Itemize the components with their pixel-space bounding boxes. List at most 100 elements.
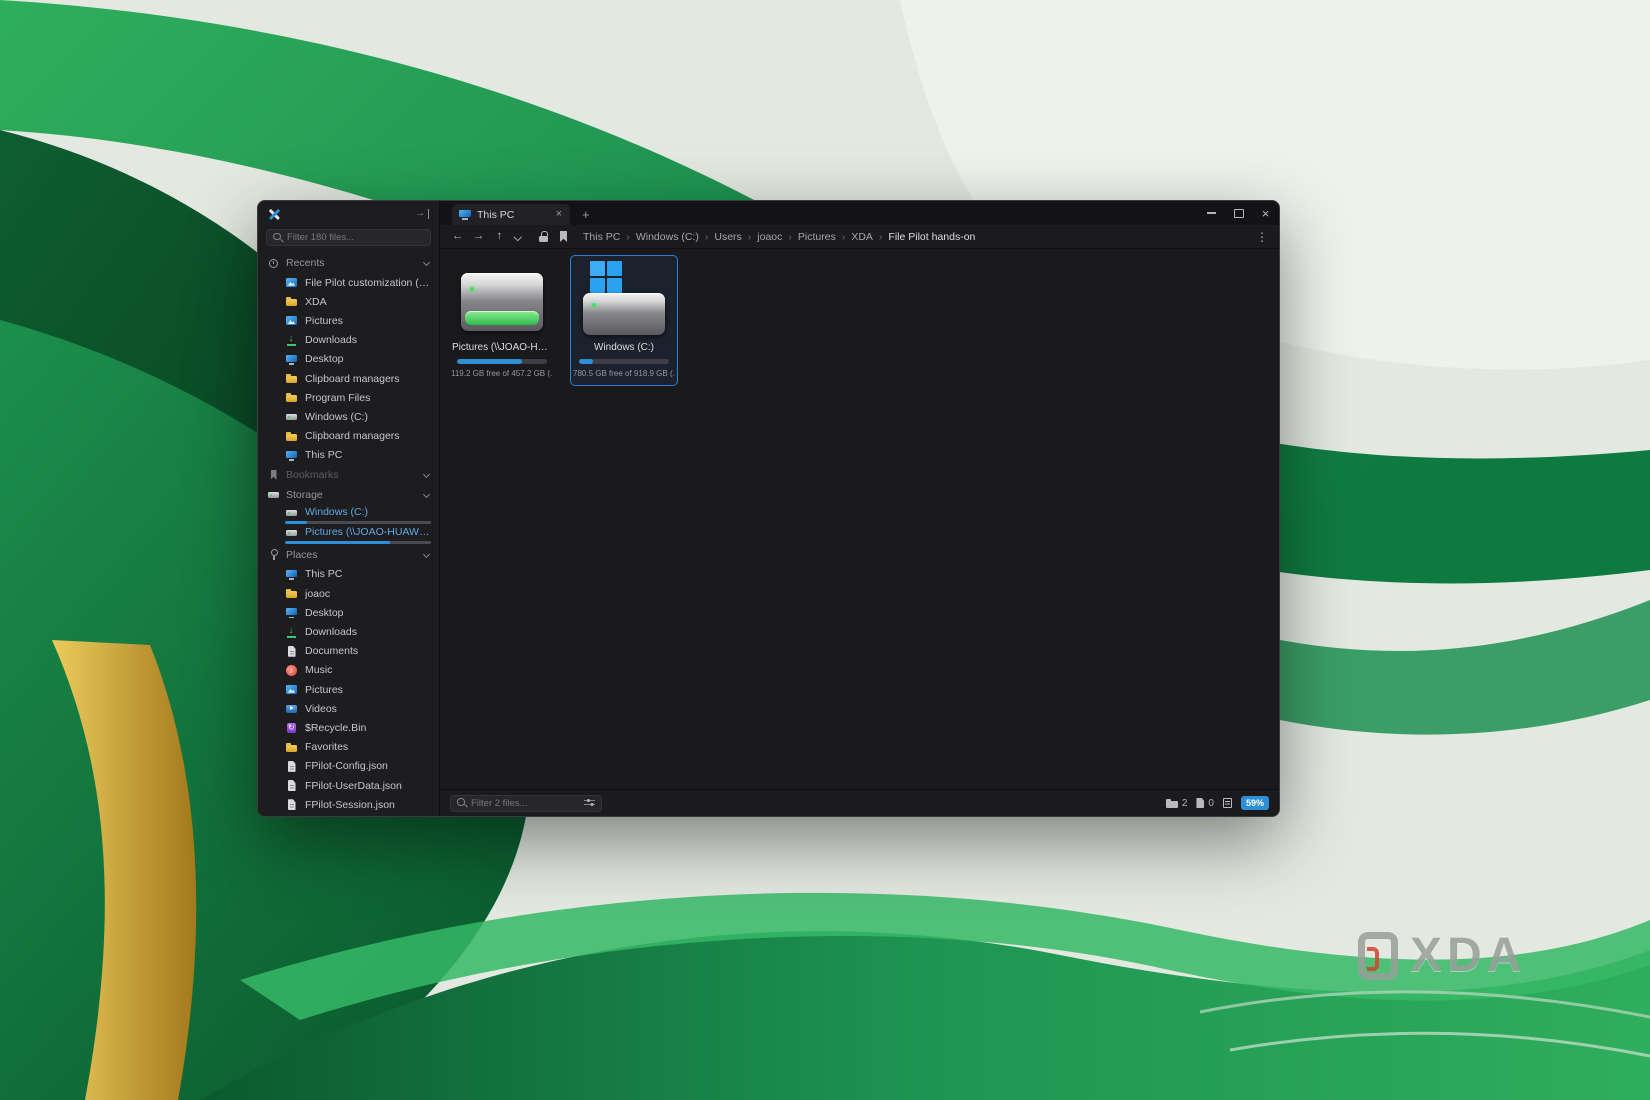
monitor-icon: [285, 353, 298, 366]
video-icon: [285, 702, 298, 715]
up-button[interactable]: ↑: [490, 225, 509, 248]
file-pilot-logo: [268, 208, 281, 221]
sidebar-item[interactable]: Program Files: [258, 388, 439, 407]
drive-icon: [285, 506, 298, 519]
tab-close-icon[interactable]: ×: [555, 209, 563, 220]
tab-label: This PC: [477, 209, 549, 221]
section-header-recents[interactable]: Recents: [258, 253, 439, 273]
drive-icon: [285, 410, 298, 423]
new-tab-button[interactable]: +: [582, 207, 590, 222]
details-icon[interactable]: [1223, 798, 1232, 808]
breadcrumb-segment[interactable]: This PC: [583, 231, 636, 243]
breadcrumb-segment[interactable]: Pictures: [798, 231, 851, 243]
drive-tile[interactable]: Windows (C:) 780.5 GB free of 918.9 GB (…: [570, 255, 678, 386]
close-button[interactable]: ×: [1252, 201, 1279, 225]
sidebar-item[interactable]: Downloads: [258, 331, 439, 350]
monitor-icon: [285, 449, 298, 462]
sidebar-item[interactable]: joaoc: [258, 584, 439, 603]
folder-count-group: 2: [1166, 798, 1188, 809]
bookmark-icon: [267, 468, 280, 481]
pin-icon: [267, 548, 280, 561]
sidebar-item-label: Windows (C:): [305, 506, 439, 518]
sidebar-item[interactable]: Desktop: [258, 350, 439, 369]
clock-icon: [267, 257, 280, 270]
sidebar-item[interactable]: Documents: [258, 642, 439, 661]
lock-icon[interactable]: [535, 225, 553, 248]
sidebar-item[interactable]: FPilot-Config.json: [258, 757, 439, 776]
sidebar-item[interactable]: File Pilot customization (5).png: [258, 273, 439, 292]
sidebar-item[interactable]: Pictures (\\JOAO-HUAWEIXPRO) ...: [258, 525, 439, 545]
more-menu-icon[interactable]: ⋮: [1253, 230, 1271, 244]
doc-icon: [285, 779, 298, 792]
breadcrumb-segment[interactable]: joaoc: [757, 231, 798, 243]
chevron-down-icon: [422, 471, 430, 479]
sidebar-section-recents: Recents File Pilot customization (5).png…: [258, 253, 439, 465]
download-icon: [285, 334, 298, 347]
sidebar-item[interactable]: Downloads: [258, 622, 439, 641]
maximize-button[interactable]: [1225, 201, 1252, 225]
breadcrumb-segment[interactable]: XDA: [851, 231, 888, 243]
sidebar-item-label: $Recycle.Bin: [305, 722, 439, 734]
sidebar-item[interactable]: Desktop: [258, 603, 439, 622]
xda-logo-icon: [1358, 932, 1398, 980]
folder-icon: [285, 295, 298, 308]
drive-capacity-stripe: [465, 311, 539, 325]
sidebar-item[interactable]: Windows (C:): [258, 505, 439, 525]
section-header-storage[interactable]: Storage: [258, 485, 439, 505]
sidebar-item-label: Program Files: [305, 392, 439, 404]
sidebar-item[interactable]: Favorites: [258, 738, 439, 757]
sidebar-section-places: Places This PC joaoc: [258, 545, 439, 814]
sidebar-item[interactable]: Music: [258, 661, 439, 680]
section-header-bookmarks[interactable]: Bookmarks: [258, 465, 439, 485]
sidebar-item-label: FPilot-Config.json: [305, 760, 439, 772]
drive-body: [461, 273, 543, 331]
sidebar-item[interactable]: This PC: [258, 565, 439, 584]
breadcrumb-segment[interactable]: Users: [714, 231, 757, 243]
sidebar-item[interactable]: This PC: [258, 446, 439, 465]
music-icon: [285, 664, 298, 677]
sidebar-item-label: Desktop: [305, 607, 439, 619]
forward-button[interactable]: →: [469, 225, 488, 248]
sidebar-filter: [266, 229, 431, 246]
sidebar-item[interactable]: Pictures: [258, 680, 439, 699]
zoom-level-badge[interactable]: 59%: [1241, 796, 1269, 810]
section-header-places[interactable]: Places: [258, 545, 439, 565]
tab-this-pc[interactable]: This PC ×: [452, 204, 570, 225]
sidebar-item[interactable]: Pictures: [258, 311, 439, 330]
drive-usage-fill: [579, 359, 593, 364]
filter-options-icon[interactable]: [584, 798, 596, 808]
sidebar-item[interactable]: FPilot-UserData.json: [258, 776, 439, 795]
chevron-down-icon: [422, 259, 430, 267]
breadcrumb-segment[interactable]: Windows (C:): [636, 231, 715, 243]
this-pc-icon: [459, 209, 471, 220]
sidebar-item[interactable]: XDA: [258, 292, 439, 311]
sidebar: Recents File Pilot customization (5).png…: [258, 201, 440, 816]
bookmark-icon[interactable]: [555, 225, 573, 248]
sidebar-item[interactable]: Videos: [258, 699, 439, 718]
sidebar-section-storage: Storage Windows (C:): [258, 485, 439, 545]
sidebar-item[interactable]: $Recycle.Bin: [258, 718, 439, 737]
xda-watermark: XDA: [1358, 928, 1526, 983]
details-group: [1223, 798, 1232, 808]
drive-led: [470, 287, 474, 291]
monitor-icon: [285, 568, 298, 581]
collapse-sidebar-icon[interactable]: [415, 208, 429, 220]
status-bar: 2 0 59%: [440, 789, 1279, 816]
sidebar-filter-input[interactable]: [287, 232, 430, 243]
folder-icon: [285, 391, 298, 404]
sidebar-item[interactable]: Clipboard managers: [258, 369, 439, 388]
sidebar-item[interactable]: FPilot-Session.json: [258, 795, 439, 814]
sidebar-item-label: Windows (C:): [305, 411, 439, 423]
sidebar-item[interactable]: Clipboard managers: [258, 427, 439, 446]
back-button[interactable]: ←: [448, 225, 467, 248]
picture-icon: [285, 276, 298, 289]
content-filter-input[interactable]: [471, 798, 584, 809]
sidebar-item[interactable]: Windows (C:): [258, 407, 439, 426]
sidebar-item-label: XDA: [305, 296, 439, 308]
drive-tile[interactable]: Pictures (\\JOAO-HUA... 119.2 GB free of…: [448, 255, 556, 386]
breadcrumb-segment[interactable]: File Pilot hands-on: [888, 231, 975, 243]
history-chevron-icon[interactable]: [511, 225, 525, 248]
minimize-button[interactable]: [1198, 201, 1225, 225]
sidebar-item-label: joaoc: [305, 588, 439, 600]
drive-usage-bar: [457, 359, 547, 364]
